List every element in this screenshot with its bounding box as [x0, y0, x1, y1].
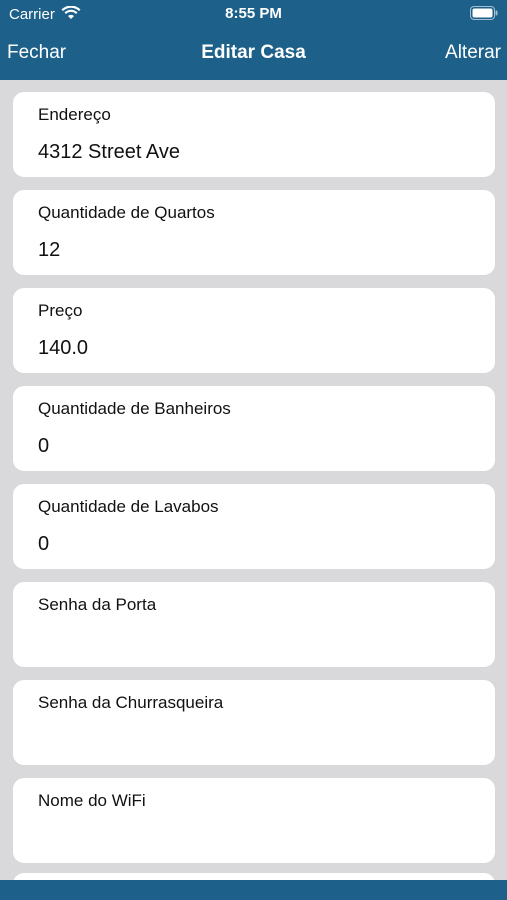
- grill-password-field[interactable]: Senha da Churrasqueira: [13, 680, 495, 765]
- page-title: Editar Casa: [201, 42, 306, 63]
- field-value[interactable]: 0: [38, 435, 49, 458]
- address-field[interactable]: Endereço 4312 Street Ave: [13, 92, 495, 177]
- door-password-field[interactable]: Senha da Porta: [13, 582, 495, 667]
- field-value[interactable]: 4312 Street Ave: [38, 141, 180, 164]
- field-value[interactable]: 12: [38, 239, 60, 262]
- field-label: Quantidade de Banheiros: [38, 399, 231, 418]
- close-button[interactable]: Fechar: [7, 40, 66, 66]
- status-time: 8:55 PM: [225, 5, 282, 22]
- wifi-name-field[interactable]: Nome do WiFi: [13, 778, 495, 863]
- bottom-bar: [0, 880, 507, 900]
- field-label: Preço: [38, 301, 83, 320]
- field-label: Quantidade de Lavabos: [38, 497, 219, 516]
- field-label: Senha da Porta: [38, 595, 157, 614]
- field-label: Quantidade de Quartos: [38, 203, 215, 222]
- battery-icon: [470, 6, 498, 20]
- price-field[interactable]: Preço 140.0: [13, 288, 495, 373]
- edit-form: Endereço 4312 Street Ave Quantidade de Q…: [13, 92, 495, 876]
- half-baths-field[interactable]: Quantidade de Lavabos 0: [13, 484, 495, 569]
- field-value[interactable]: 0: [38, 533, 49, 556]
- navigation-bar: Carrier 8:55 PM Editar Casa Fechar Alter…: [0, 0, 507, 80]
- field-label: Senha da Churrasqueira: [38, 693, 224, 712]
- field-label: Nome do WiFi: [38, 791, 146, 810]
- field-value[interactable]: 140.0: [38, 337, 88, 360]
- save-button[interactable]: Alterar: [445, 40, 501, 66]
- bathrooms-field[interactable]: Quantidade de Banheiros 0: [13, 386, 495, 471]
- field-label: Endereço: [38, 105, 111, 124]
- bedrooms-field[interactable]: Quantidade de Quartos 12: [13, 190, 495, 275]
- status-bar: Carrier 8:55 PM: [0, 0, 507, 28]
